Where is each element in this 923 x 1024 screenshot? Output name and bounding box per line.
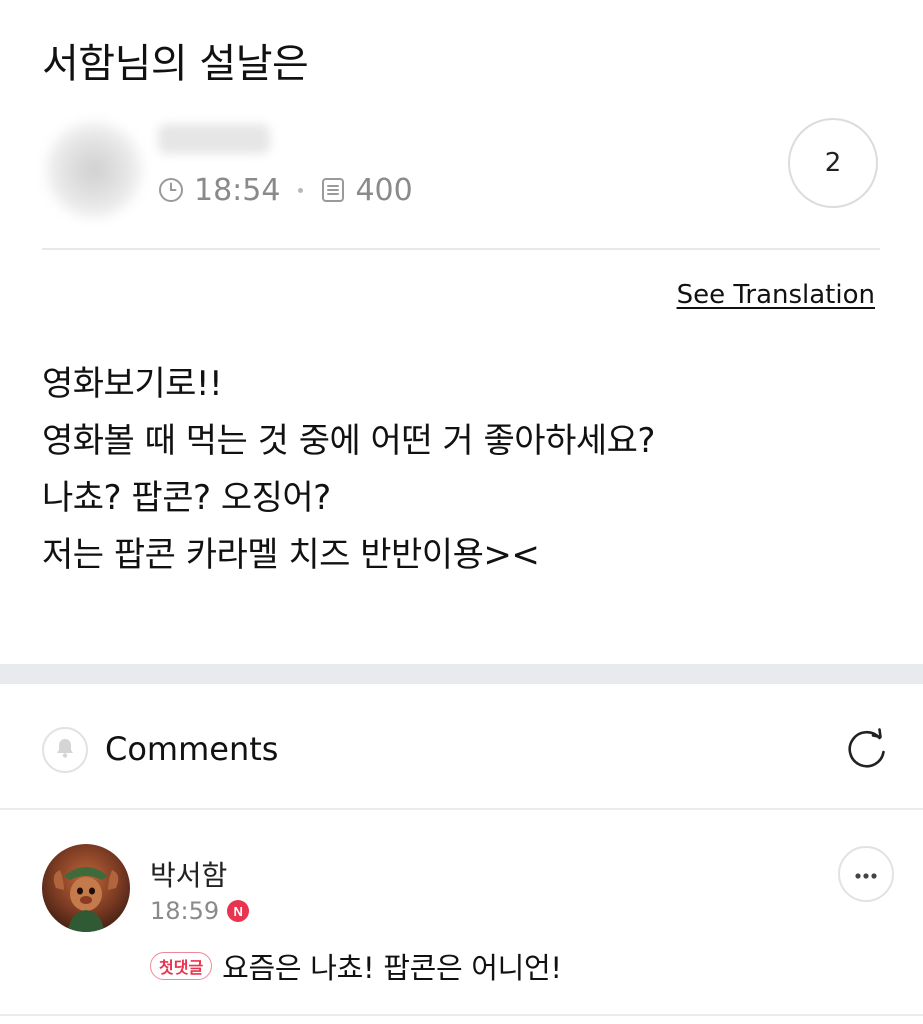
- meta-separator-dot: [298, 187, 304, 193]
- refresh-icon: [843, 725, 891, 777]
- post-views: 400: [355, 172, 413, 208]
- author-avatar[interactable]: [46, 122, 142, 218]
- like-count: 2: [824, 148, 842, 178]
- bell-icon: [53, 736, 77, 764]
- comments-header: Comments: [0, 684, 923, 810]
- comment-more-button[interactable]: [838, 846, 894, 902]
- new-badge: N: [227, 900, 250, 922]
- divider: [42, 248, 880, 250]
- comments-title: Comments: [105, 730, 279, 768]
- post-title: 서함님의 설날은: [42, 41, 309, 87]
- post-body-line: 영화보기로!!: [42, 364, 223, 404]
- comment-time: 18:59: [150, 897, 220, 925]
- comment-avatar[interactable]: [42, 844, 130, 932]
- author-name[interactable]: 도담: [158, 124, 270, 154]
- refresh-button[interactable]: [840, 724, 894, 778]
- post-body: 영화보기로!! 영화볼 때 먹는 것 중에 어떤 거 좋아하세요? 나쵸? 팝콘…: [42, 356, 882, 584]
- comment-text: 요즘은 나쵸! 팝콘은 어니언!: [222, 951, 562, 985]
- post-body-line: 나쵸? 팝콘? 오징어?: [42, 478, 331, 518]
- comment-author[interactable]: 박서함: [150, 854, 227, 894]
- comment-body: 첫댓글 요즘은 나쵸! 팝콘은 어니언!: [150, 946, 562, 986]
- more-horizontal-icon: [854, 865, 878, 884]
- document-icon: [321, 177, 345, 203]
- post-body-line: 영화볼 때 먹는 것 중에 어떤 거 좋아하세요?: [42, 421, 655, 461]
- comment-item: 박서함 18:59 N 첫댓글 요즘은 나쵸! 팝콘은 어니언!: [0, 810, 923, 1015]
- divider: [0, 1014, 923, 1016]
- first-comment-badge: 첫댓글: [150, 952, 213, 980]
- see-translation-link[interactable]: See Translation: [677, 280, 875, 310]
- clock-icon: [158, 177, 184, 203]
- post-meta: 18:54 400: [158, 170, 413, 210]
- comment-meta: 18:59 N: [150, 896, 250, 926]
- like-count-button[interactable]: 2: [788, 118, 878, 208]
- post-body-line: 저는 팝콘 카라멜 치즈 반반이용><: [42, 535, 540, 575]
- post-time: 18:54: [194, 172, 281, 208]
- notification-toggle[interactable]: [42, 727, 88, 773]
- section-separator: [0, 664, 923, 684]
